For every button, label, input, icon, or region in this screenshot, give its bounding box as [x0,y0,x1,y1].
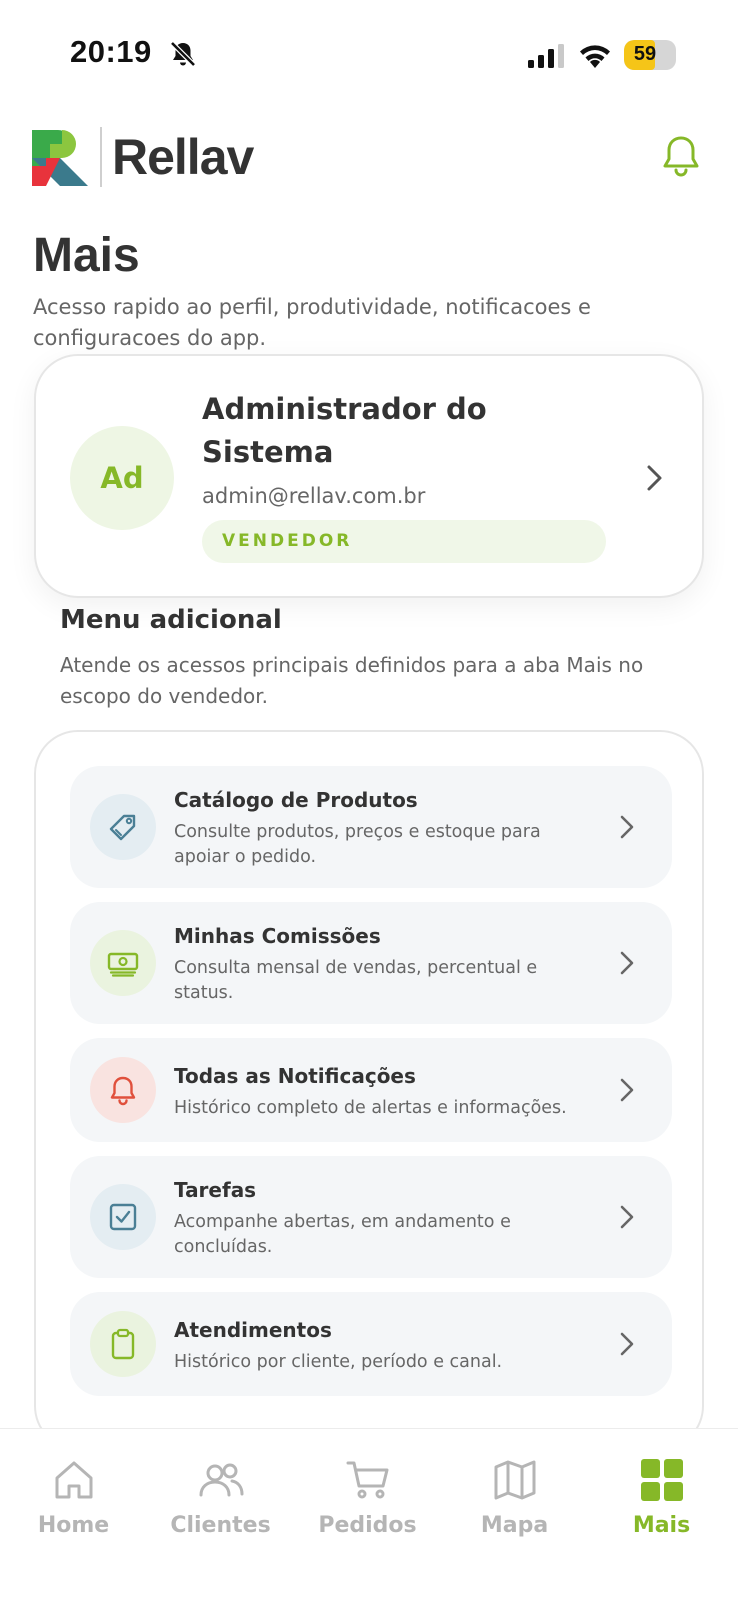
battery-indicator: 59 [624,40,676,70]
menu-item-title: Catálogo de Produtos [174,788,418,812]
chevron-right-icon [620,1205,634,1229]
map-icon [494,1460,535,1500]
grid-icon [640,1459,683,1501]
signal-icon [528,44,564,68]
tab-label: Clientes [170,1513,271,1538]
users-icon [199,1463,243,1497]
menu-icon-bg [90,794,156,860]
menu-item-description: Consulta mensal de vendas, percentual e … [174,958,538,1003]
tab-mapa[interactable]: Mapa [441,1457,588,1557]
menu-item-description: Histórico por cliente, período e canal. [174,1352,503,1372]
menu-item-notificacoes[interactable]: Todas as Notificações Histórico completo… [70,1038,672,1142]
profile-name: Administrador do Sistema [202,392,487,469]
tab-label: Mais [632,1513,691,1538]
chevron-right-icon [620,951,634,975]
tab-mais[interactable]: Mais [588,1457,735,1557]
menu-item-title: Atendimentos [174,1318,332,1342]
menu-icon-bg [90,1184,156,1250]
brand-logo: Rellav [32,127,262,187]
bell-icon [110,1076,136,1106]
page-title: Mais [33,229,140,282]
menu-item-tarefas[interactable]: Tarefas Acompanhe abertas, em andamento … [70,1156,672,1278]
role-badge: VENDEDOR [202,520,606,563]
menu-item-comissoes[interactable]: Minhas Comissões Consulta mensal de vend… [70,902,672,1024]
menu-item-catalogo[interactable]: Catálogo de Produtos Consulte produtos, … [70,766,672,888]
clipboard-icon [111,1328,135,1360]
checkbox-icon [109,1203,137,1231]
wifi-icon [580,45,610,68]
chevron-right-icon [620,815,634,839]
tab-label: Pedidos [318,1513,417,1538]
tab-home[interactable]: Home [0,1457,147,1557]
bottom-tab-bar: Home Clientes Pedidos Mapa Mais [0,1428,738,1600]
menu-icon-bg [90,930,156,996]
cart-icon [346,1461,388,1499]
section-subtitle: Atende os acessos principais definidos p… [60,653,644,708]
home-icon [55,1461,92,1499]
battery-percent: 59 [633,43,657,65]
brand-name: Rellav [112,129,254,185]
status-bar: 20:19 59 [0,0,738,100]
profile-card[interactable]: Ad Administrador do Sistema admin@rellav… [34,354,704,598]
section-title: Menu adicional [60,605,282,635]
notification-bell-icon[interactable] [660,134,702,180]
menu-item-atendimentos[interactable]: Atendimentos Histórico por cliente, perí… [70,1292,672,1396]
chevron-right-icon [620,1332,634,1356]
menu-item-description: Histórico completo de alertas e informaç… [174,1098,567,1118]
money-icon [107,952,139,977]
menu-card: Catálogo de Produtos Consulte produtos, … [34,730,704,1450]
profile-email: admin@rellav.com.br [202,484,426,508]
chevron-right-icon [620,1078,634,1102]
tab-pedidos[interactable]: Pedidos [294,1457,441,1557]
tab-clientes[interactable]: Clientes [147,1457,294,1557]
tag-icon [109,814,136,841]
menu-item-description: Consulte produtos, preços e estoque para… [174,822,541,867]
tab-label: Mapa [480,1513,549,1538]
page-subtitle: Acesso rapido ao perfil, produtividade, … [33,295,591,350]
bell-off-icon [170,41,196,67]
rellav-logo-mark-icon [32,130,88,186]
status-time: 20:19 [70,34,152,69]
logo-divider [100,127,102,187]
tab-label: Home [37,1513,110,1538]
menu-item-title: Tarefas [174,1178,257,1202]
chevron-right-icon [647,465,662,491]
avatar: Ad [70,426,174,530]
menu-item-title: Minhas Comissões [174,924,381,948]
menu-icon-bg [90,1311,156,1377]
menu-icon-bg [90,1057,156,1123]
menu-item-title: Todas as Notificações [174,1064,416,1088]
menu-item-description: Acompanhe abertas, em andamento e conclu… [174,1212,511,1257]
